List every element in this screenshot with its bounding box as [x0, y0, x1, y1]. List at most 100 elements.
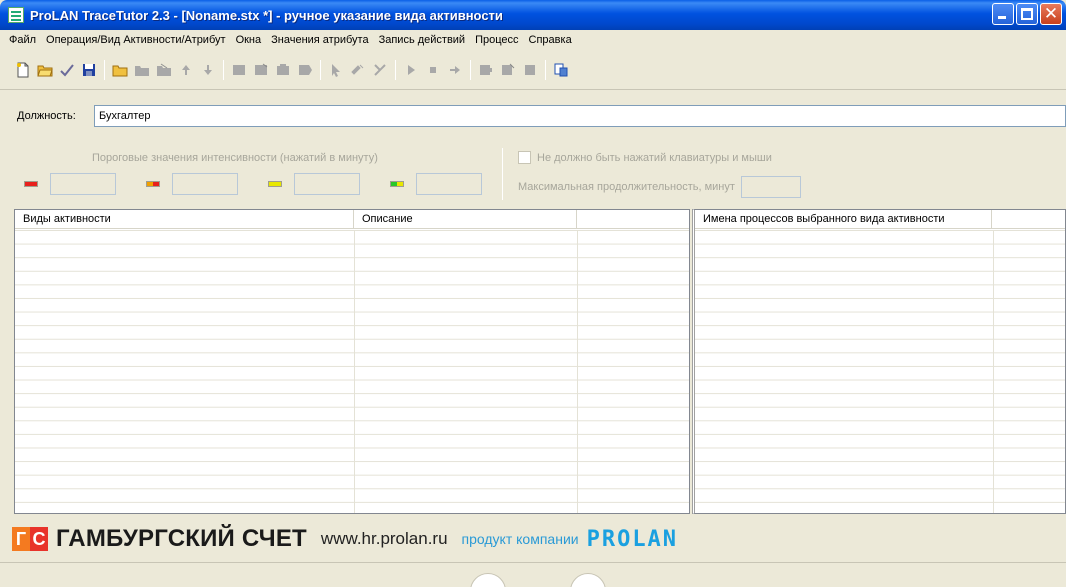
activity-delete-button[interactable] — [272, 59, 294, 81]
stop-button[interactable] — [422, 59, 444, 81]
unlink-icon — [374, 63, 386, 76]
link-button[interactable] — [347, 59, 369, 81]
minimize-icon — [998, 16, 1006, 19]
column-header-description[interactable]: Описание — [354, 210, 577, 229]
status-bar — [0, 562, 1066, 587]
new-file-button[interactable] — [12, 59, 34, 81]
window-title: ProLAN TraceTutor 2.3 - [Noname.stx *] -… — [30, 7, 503, 23]
no-input-label: Не должно быть нажатий клавиатуры и мыши — [537, 151, 772, 164]
move-down-button[interactable] — [197, 59, 219, 81]
processes-table[interactable]: Имена процессов выбранного вида активнос… — [692, 209, 1066, 514]
arrow-right-icon — [450, 65, 460, 74]
floppy-disk-icon — [83, 63, 95, 76]
app-icon — [8, 7, 24, 23]
activity-edit-button[interactable] — [250, 59, 272, 81]
threshold-orange — [146, 173, 238, 195]
column-divider — [993, 230, 994, 513]
menu-windows[interactable]: Окна — [231, 34, 267, 46]
status-bubble — [570, 573, 606, 587]
open-file-button[interactable] — [34, 59, 56, 81]
logo-letter-g: Г — [12, 527, 30, 551]
activities-table[interactable]: Виды активности Описание — [14, 209, 690, 514]
website-link[interactable]: www.hr.prolan.ru — [321, 529, 448, 549]
menu-attribute-values[interactable]: Значения атрибута — [266, 34, 373, 46]
column-header-extra[interactable] — [577, 210, 689, 229]
threshold-orange-input[interactable] — [172, 173, 238, 195]
no-input-option: Не должно быть нажатий клавиатуры и мыши — [518, 151, 772, 164]
process-delete-button[interactable] — [519, 59, 541, 81]
process-add-icon — [480, 64, 492, 75]
menu-help[interactable]: Справка — [524, 34, 577, 46]
green-indicator-icon — [390, 181, 404, 187]
menu-file[interactable]: Файл — [4, 34, 41, 46]
folder-disabled-button[interactable] — [131, 59, 153, 81]
yellow-indicator-icon — [268, 181, 282, 187]
close-icon: ✕ — [1043, 4, 1059, 23]
export-button[interactable] — [550, 59, 572, 81]
toolbar-separator — [470, 59, 471, 80]
move-up-button[interactable] — [175, 59, 197, 81]
activity-delete-icon — [277, 63, 289, 75]
folder-delete-button[interactable] — [153, 59, 175, 81]
close-button[interactable]: ✕ — [1040, 3, 1062, 25]
open-folder-icon — [37, 65, 53, 76]
menu-operation[interactable]: Операция/Вид Активности/Атрибут — [41, 34, 231, 46]
menu-record-actions[interactable]: Запись действий — [374, 34, 471, 46]
threshold-yellow-input[interactable] — [294, 173, 360, 195]
processes-table-header: Имена процессов выбранного вида активнос… — [695, 210, 1065, 229]
brand-banner: Г С ГАМБУРГСКИЙ СЧЕТ www.hr.prolan.ru пр… — [0, 518, 1066, 560]
orange-indicator-icon — [146, 181, 160, 187]
position-input[interactable] — [94, 105, 1066, 127]
gs-logo: Г С — [12, 527, 48, 551]
pointer-button[interactable] — [325, 59, 347, 81]
position-row: Должность: — [10, 104, 1066, 128]
thresholds-group: Пороговые значения интенсивности (нажати… — [0, 140, 1066, 200]
column-header-extra[interactable] — [992, 210, 1065, 229]
column-header-process-names[interactable]: Имена процессов выбранного вида активнос… — [695, 210, 993, 229]
pointer-icon — [332, 63, 340, 77]
next-button[interactable] — [444, 59, 466, 81]
activity-add-icon — [233, 64, 245, 75]
toolbar-separator — [223, 59, 224, 80]
process-edit-button[interactable] — [497, 59, 519, 81]
minimize-button[interactable] — [992, 3, 1014, 25]
folder-delete-icon — [157, 63, 171, 76]
processes-rows[interactable] — [695, 230, 1065, 513]
activities-rows[interactable] — [15, 230, 689, 513]
activity-add-button[interactable] — [228, 59, 250, 81]
activity-edit-icon — [255, 63, 268, 75]
position-label: Должность: — [17, 110, 76, 122]
process-edit-icon — [502, 63, 515, 75]
save-button[interactable] — [78, 59, 100, 81]
column-divider — [354, 230, 355, 513]
column-header-activities[interactable]: Виды активности — [15, 210, 354, 229]
brand-name: ГАМБУРГСКИЙ СЧЕТ — [56, 525, 307, 552]
maximize-button[interactable] — [1016, 3, 1038, 25]
stop-icon — [430, 66, 436, 73]
folder-gray-icon — [135, 65, 149, 76]
threshold-green-input[interactable] — [416, 173, 482, 195]
folder-new-button[interactable] — [109, 59, 131, 81]
toolbar — [0, 50, 1066, 90]
no-input-checkbox[interactable] — [518, 151, 531, 164]
menu-process[interactable]: Процесс — [470, 34, 523, 46]
threshold-red-input[interactable] — [50, 173, 116, 195]
max-duration-row: Максимальная продолжительность, минут — [518, 176, 801, 198]
product-of-label: продукт компании — [461, 531, 579, 547]
title-bar[interactable]: ProLAN TraceTutor 2.3 - [Noname.stx *] -… — [0, 0, 1066, 30]
max-duration-input[interactable] — [740, 176, 801, 198]
process-add-button[interactable] — [475, 59, 497, 81]
group-divider — [502, 148, 503, 200]
toolbar-separator — [104, 59, 105, 80]
checkmark-icon — [60, 63, 74, 76]
activity-copy-button[interactable] — [294, 59, 316, 81]
play-button[interactable] — [400, 59, 422, 81]
check-button[interactable] — [56, 59, 78, 81]
arrow-up-icon — [182, 64, 190, 75]
toolbar-separator — [395, 59, 396, 80]
unlink-button[interactable] — [369, 59, 391, 81]
activity-copy-icon — [299, 64, 312, 75]
menu-bar: Файл Операция/Вид Активности/Атрибут Окн… — [0, 30, 1066, 50]
maximize-icon — [1021, 8, 1033, 20]
arrow-down-icon — [204, 64, 212, 75]
